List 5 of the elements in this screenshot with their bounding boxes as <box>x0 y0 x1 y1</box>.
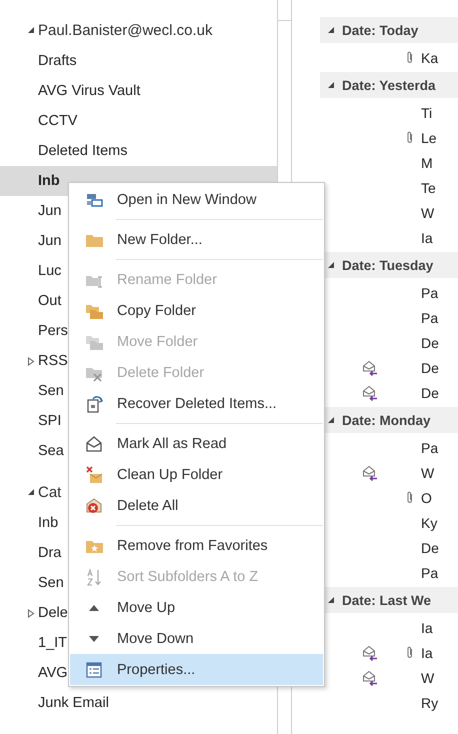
group-title: Date: Monday <box>342 412 431 428</box>
group-title: Date: Tuesday <box>342 258 434 272</box>
group-title: Date: Yesterda <box>342 78 436 92</box>
group-title: Date: Today <box>342 22 418 38</box>
group-title: Date: Last We <box>342 592 432 608</box>
